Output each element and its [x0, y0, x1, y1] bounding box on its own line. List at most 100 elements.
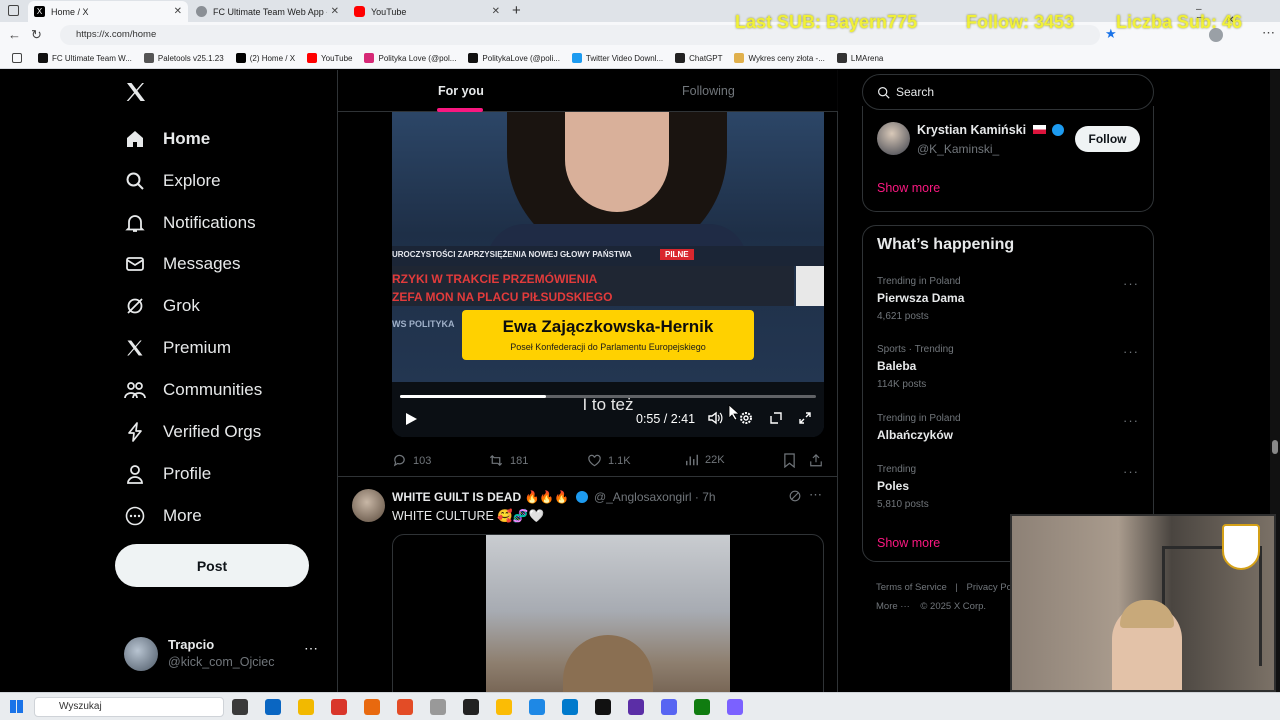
favorite-star-icon[interactable]: ★: [1105, 26, 1117, 42]
suggested-avatar[interactable]: [877, 122, 910, 155]
tiktok-icon[interactable]: [595, 699, 611, 715]
bookmark-label: YouTube: [321, 53, 353, 63]
search-input[interactable]: Search: [862, 74, 1154, 110]
play-button[interactable]: [404, 412, 418, 426]
whats-happening-title: What’s happening: [877, 236, 1015, 253]
sidebar-item-home[interactable]: Home: [124, 128, 210, 150]
chrome-icon[interactable]: [496, 699, 512, 715]
brave-icon[interactable]: [397, 699, 413, 715]
sidebar-item-label: Grok: [163, 296, 200, 315]
tab-close-icon[interactable]: ✕: [331, 6, 339, 17]
new-tab-button[interactable]: +: [512, 2, 521, 19]
like-button[interactable]: 1.1K: [587, 453, 631, 468]
sidebar-item-grok[interactable]: Grok: [124, 295, 200, 317]
follow-button[interactable]: Follow: [1075, 126, 1140, 152]
paint-icon[interactable]: [529, 699, 545, 715]
trend-more-icon[interactable]: ···: [1123, 344, 1139, 359]
bookmarks-menu-icon[interactable]: [12, 53, 26, 63]
bookmark-item[interactable]: Paletools v25.1.23: [143, 53, 224, 63]
bookmark-item[interactable]: LMArena: [836, 53, 883, 63]
timeline-tabs: For you Following: [338, 70, 838, 112]
bookmark-favicon-icon: [38, 53, 48, 63]
terms-link[interactable]: Terms of Service: [876, 582, 947, 593]
post-author-handle[interactable]: @_Anglosaxongirl: [594, 490, 692, 504]
post-media-frame[interactable]: [392, 534, 824, 692]
x-logo-icon[interactable]: [124, 80, 148, 104]
trend-item[interactable]: Sports · Trending Baleba 114K posts ···: [877, 344, 1139, 390]
grok-explain-icon[interactable]: [788, 489, 802, 503]
opera-icon[interactable]: [331, 699, 347, 715]
pip-icon[interactable]: [768, 410, 784, 426]
browser-menu-icon[interactable]: [8, 5, 19, 16]
trend-item[interactable]: Trending in Poland Albańczyków ···: [877, 413, 1139, 442]
url-field[interactable]: https://x.com/home: [60, 25, 1100, 45]
post-more-icon[interactable]: ⋯: [809, 487, 822, 503]
bookmark-item[interactable]: ChatGPT: [675, 53, 722, 63]
bookmark-item[interactable]: YouTube: [307, 53, 352, 63]
tab-fc-ultimate[interactable]: FC Ultimate Team Web App - EA S ✕: [190, 1, 345, 22]
bookmark-item[interactable]: Twitter Video Downl...: [571, 53, 663, 63]
settings-gear-icon[interactable]: [738, 410, 754, 426]
post-author-avatar[interactable]: [352, 489, 385, 522]
sidebar-item-more[interactable]: More: [124, 505, 202, 527]
share-button[interactable]: [809, 453, 829, 468]
app-icon[interactable]: [727, 699, 743, 715]
xbox-icon[interactable]: [694, 699, 710, 715]
trend-more-icon[interactable]: ···: [1123, 464, 1139, 479]
trend-item[interactable]: Trending in Poland Pierwsza Dama 4,621 p…: [877, 276, 1139, 322]
tab-home-x[interactable]: X Home / X ✕: [28, 1, 188, 22]
fullscreen-icon[interactable]: [797, 410, 813, 426]
views-button[interactable]: 22K: [685, 453, 725, 467]
firefox-icon[interactable]: [364, 699, 380, 715]
sidebar-item-notifications[interactable]: Notifications: [124, 212, 256, 234]
tab-youtube[interactable]: YouTube ✕: [348, 1, 506, 22]
show-more-link[interactable]: Show more: [877, 181, 940, 195]
account-switcher[interactable]: Trapcio @kick_com_Ojciec ⋯: [124, 636, 320, 672]
settings-dots-icon[interactable]: ⋯: [1262, 25, 1275, 41]
privacy-link[interactable]: Privacy Po: [967, 582, 1012, 593]
tab-following[interactable]: Following: [682, 84, 735, 98]
taskbar-search[interactable]: Wyszukaj: [34, 697, 224, 717]
post-button[interactable]: Post: [115, 544, 309, 587]
notepad-icon[interactable]: [430, 699, 446, 715]
obs-icon[interactable]: [463, 699, 479, 715]
post-timestamp[interactable]: · 7h: [695, 490, 716, 504]
file-explorer-icon[interactable]: [298, 699, 314, 715]
post-author-name[interactable]: WHITE GUILT IS DEAD 🔥🔥🔥: [392, 490, 569, 504]
discord-icon[interactable]: [661, 699, 677, 715]
repost-button[interactable]: 181: [488, 453, 528, 468]
account-more-icon[interactable]: ⋯: [304, 640, 318, 657]
vscode-icon[interactable]: [562, 699, 578, 715]
video-player[interactable]: UROCZYSTOŚCI ZAPRZYSIĘŻENIA NOWEJ GŁOWY …: [392, 112, 824, 437]
bookmark-button[interactable]: [783, 453, 802, 468]
footer-more-link[interactable]: More ···: [876, 601, 910, 612]
reply-button[interactable]: 103: [392, 453, 431, 468]
sidebar-item-premium[interactable]: Premium: [124, 337, 231, 359]
trend-item[interactable]: Trending Poles 5,810 posts ···: [877, 464, 1139, 510]
bookmark-item[interactable]: PolitykaLove (@poli...: [468, 53, 560, 63]
sidebar-item-explore[interactable]: Explore: [124, 170, 221, 192]
reload-icon[interactable]: ↻: [31, 27, 42, 43]
sidebar-item-verified-orgs[interactable]: Verified Orgs: [124, 421, 261, 443]
back-arrow-icon[interactable]: ←: [8, 27, 21, 42]
app-icon[interactable]: [628, 699, 644, 715]
trend-more-icon[interactable]: ···: [1123, 413, 1139, 428]
bookmark-item[interactable]: Polityka Love (@pol...: [364, 53, 456, 63]
suggested-name[interactable]: Krystian Kamiński: [917, 123, 1026, 137]
sidebar-item-communities[interactable]: Communities: [124, 379, 262, 401]
trend-more-icon[interactable]: ···: [1123, 276, 1139, 291]
bookmark-label: ChatGPT: [689, 53, 723, 63]
bookmark-item[interactable]: Wykres ceny złota -...: [734, 53, 825, 63]
task-view-icon[interactable]: [232, 699, 248, 715]
volume-icon[interactable]: [707, 410, 723, 426]
tab-close-icon[interactable]: ✕: [174, 6, 182, 17]
sidebar-item-messages[interactable]: Messages: [124, 253, 240, 275]
show-more-trends-link[interactable]: Show more: [877, 536, 940, 550]
bookmark-item[interactable]: FC Ultimate Team W...: [38, 53, 132, 63]
tab-close-icon[interactable]: ✕: [492, 6, 500, 17]
windows-start-icon[interactable]: [10, 700, 23, 713]
edge-icon[interactable]: [265, 699, 281, 715]
bookmark-item[interactable]: (2) Home / X: [235, 53, 295, 63]
tab-for-you[interactable]: For you: [438, 84, 484, 98]
sidebar-item-profile[interactable]: Profile: [124, 463, 211, 485]
